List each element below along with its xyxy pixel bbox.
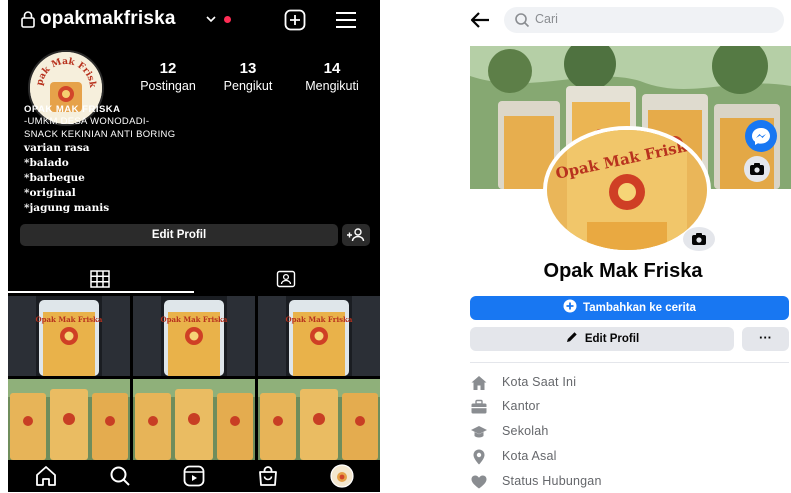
facebook-profile-panel: Cari Opak Mak Friska Opak Mak Friska Tam… xyxy=(455,0,791,492)
add-person-button[interactable] xyxy=(342,224,370,246)
bio-flavor: *original xyxy=(24,187,76,199)
bottom-navigation xyxy=(8,460,380,492)
post-thumbnail[interactable]: Opak Mak Friska xyxy=(133,296,255,376)
followers-count[interactable]: 13 Pengikut xyxy=(208,60,288,93)
profile-bio: OPAK MAK FRISKA -UMKM DESA WONODADI- SNA… xyxy=(24,104,364,216)
instagram-profile-panel: opakmakfriska Opak Mak Friska 12 Posting… xyxy=(8,0,380,492)
svg-text:Opak Mak Friska: Opak Mak Friska xyxy=(36,315,103,324)
home-icon[interactable] xyxy=(34,464,58,488)
instagram-top-bar: opakmakfriska xyxy=(8,0,380,40)
info-item-hometown[interactable]: Kota Asal xyxy=(470,446,790,468)
more-options-button[interactable]: ··· xyxy=(742,327,789,351)
add-person-icon xyxy=(347,228,365,242)
bio-line: SNACK KEKINIAN ANTI BORING xyxy=(24,129,176,140)
post-grid: Opak Mak Friska Opak Mak Friska Opak Mak… xyxy=(8,296,380,460)
post-thumbnail[interactable]: Opak Mak Friska xyxy=(258,296,380,376)
profile-avatar-icon[interactable] xyxy=(330,464,354,488)
search-icon xyxy=(515,13,530,28)
bio-flavor: *balado xyxy=(24,157,69,169)
location-pin-icon xyxy=(473,449,485,465)
edit-cover-button[interactable] xyxy=(744,156,770,182)
bio-line: -UMKM DESA WONODADI- xyxy=(24,116,150,127)
plus-circle-icon xyxy=(563,299,577,313)
svg-text:Opak Mak Friska: Opak Mak Friska xyxy=(161,315,228,324)
info-item-relationship[interactable]: Status Hubungan xyxy=(470,471,790,493)
info-item-current-city[interactable]: Kota Saat Ini xyxy=(470,372,790,394)
heart-icon xyxy=(471,475,487,489)
info-item-work[interactable]: Kantor xyxy=(470,396,790,418)
briefcase-icon xyxy=(471,399,487,414)
search-icon[interactable] xyxy=(108,464,132,488)
active-tab-indicator xyxy=(8,291,194,293)
page-title: Opak Mak Friska xyxy=(543,260,703,282)
add-to-story-button[interactable]: Tambahkan ke cerita xyxy=(470,296,789,320)
edit-profile-picture-button[interactable] xyxy=(683,227,715,251)
divider xyxy=(470,362,789,363)
notification-dot xyxy=(224,16,231,23)
new-post-icon[interactable] xyxy=(284,9,306,31)
chevron-down-icon[interactable] xyxy=(204,12,218,26)
search-input[interactable]: Cari xyxy=(504,7,784,33)
edit-profile-button[interactable]: Edit Profil xyxy=(20,224,338,246)
reels-icon[interactable] xyxy=(182,464,206,488)
pencil-icon xyxy=(566,332,577,342)
post-thumbnail[interactable] xyxy=(258,379,380,460)
post-thumbnail[interactable]: Opak Mak Friska xyxy=(8,296,130,376)
following-count[interactable]: 14 Mengikuti xyxy=(292,60,372,93)
lock-icon xyxy=(21,11,35,28)
shop-icon[interactable] xyxy=(256,464,280,488)
svg-text:Opak Mak Friska: Opak Mak Friska xyxy=(286,315,353,324)
username[interactable]: opakmakfriska xyxy=(40,8,176,30)
messenger-button[interactable] xyxy=(745,120,777,152)
edit-profile-button[interactable]: Edit Profil xyxy=(470,327,734,351)
graduation-cap-icon xyxy=(471,426,487,438)
messenger-icon xyxy=(752,128,770,145)
tagged-icon[interactable] xyxy=(276,270,296,288)
back-arrow-icon[interactable] xyxy=(469,10,491,30)
info-item-school[interactable]: Sekolah xyxy=(470,421,790,443)
grid-icon[interactable] xyxy=(90,270,110,288)
post-thumbnail[interactable] xyxy=(133,379,255,460)
camera-icon xyxy=(692,233,706,245)
post-thumbnail[interactable] xyxy=(8,379,130,460)
menu-icon[interactable] xyxy=(335,10,357,30)
bio-flavor: *barbeque xyxy=(24,172,85,184)
search-placeholder: Cari xyxy=(535,12,558,26)
bio-flavor: varian rasa xyxy=(24,142,90,154)
home-icon xyxy=(471,376,487,390)
camera-icon xyxy=(750,163,764,175)
posts-count[interactable]: 12 Postingan xyxy=(128,60,208,93)
bio-name: OPAK MAK FRISKA xyxy=(24,104,121,115)
profile-tabs xyxy=(8,262,380,294)
bio-flavor: *jagung manis xyxy=(24,202,110,214)
